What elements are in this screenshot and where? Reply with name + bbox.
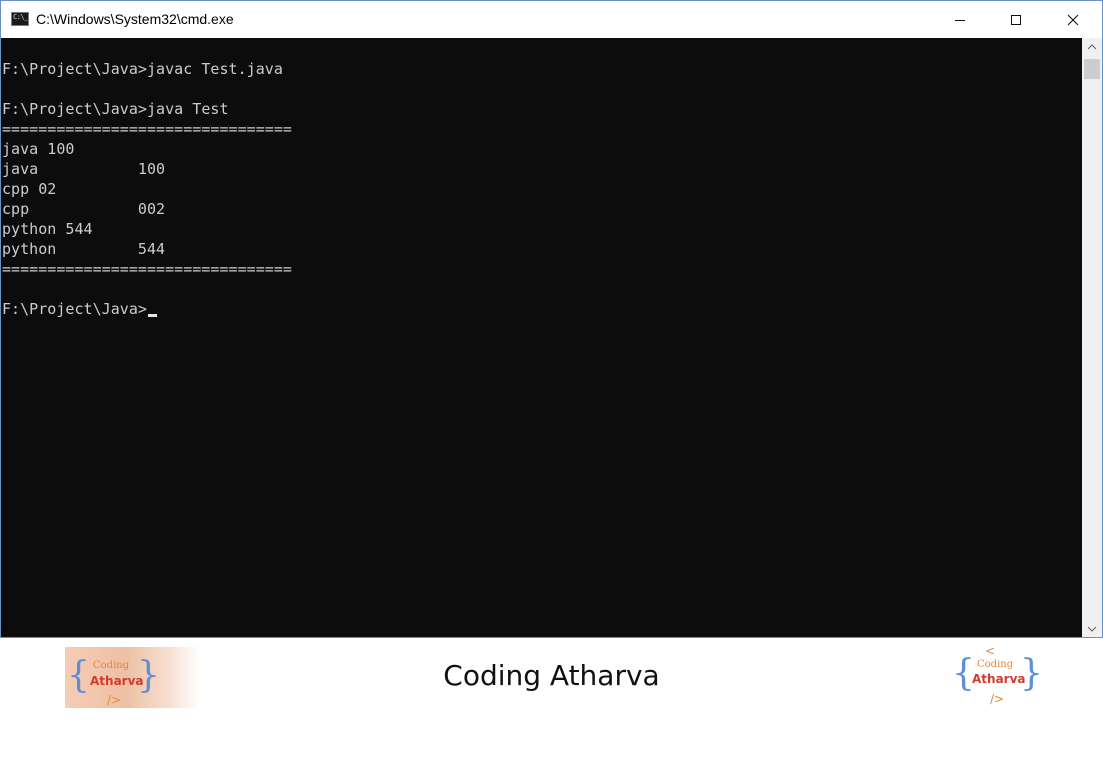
close-button[interactable] bbox=[1044, 1, 1101, 38]
terminal-output[interactable]: F:\Project\Java>javac Test.java F:\Proje… bbox=[1, 38, 1081, 637]
scroll-down-button[interactable] bbox=[1082, 620, 1102, 637]
maximize-button[interactable] bbox=[987, 1, 1044, 38]
window-title: C:\Windows\System32\cmd.exe bbox=[36, 11, 234, 27]
title-bar[interactable]: C:\_ C:\Windows\System32\cmd.exe bbox=[1, 1, 1102, 38]
logo-atharva-text: Atharva bbox=[972, 672, 1026, 686]
cmd-icon: C:\_ bbox=[11, 12, 29, 26]
footer-title: Coding Atharva bbox=[443, 659, 660, 692]
terminal-line: ================================ bbox=[2, 260, 292, 278]
scroll-up-button[interactable] bbox=[1082, 38, 1102, 55]
cmd-window: C:\_ C:\Windows\System32\cmd.exe F:\Proj… bbox=[0, 0, 1103, 638]
close-icon bbox=[1067, 14, 1078, 25]
scrollbar-thumb[interactable] bbox=[1084, 59, 1100, 79]
terminal-line: cpp 02 bbox=[2, 180, 57, 198]
terminal-line: java 100 bbox=[2, 140, 75, 158]
logo-coding-text: Coding bbox=[977, 659, 1014, 670]
prompt-text: F:\Project\Java> bbox=[2, 300, 147, 318]
minimize-button[interactable] bbox=[931, 1, 988, 38]
terminal-line: java 100 bbox=[2, 160, 166, 178]
logo-brace-close: } bbox=[1020, 653, 1043, 694]
terminal-line: F:\Project\Java>java Test bbox=[2, 100, 229, 118]
vertical-scrollbar[interactable] bbox=[1082, 38, 1102, 637]
terminal-line: cpp 002 bbox=[2, 200, 166, 218]
logo-lt-text: < bbox=[985, 644, 996, 658]
maximize-icon bbox=[1010, 14, 1021, 25]
terminal-line: F:\Project\Java>javac Test.java bbox=[2, 60, 283, 78]
terminal-line: ================================ bbox=[2, 120, 292, 138]
chevron-down-icon bbox=[1087, 626, 1097, 632]
terminal-prompt-line: F:\Project\Java> bbox=[2, 299, 157, 319]
coding-atharva-logo: < { Coding Atharva } /> bbox=[950, 642, 1045, 710]
text-cursor bbox=[147, 314, 157, 317]
chevron-up-icon bbox=[1087, 43, 1097, 49]
terminal-line: python 544 bbox=[2, 220, 93, 238]
minimize-icon bbox=[954, 19, 965, 21]
terminal-line: python 544 bbox=[2, 240, 166, 258]
logo-tag-text: /> bbox=[990, 692, 1005, 706]
